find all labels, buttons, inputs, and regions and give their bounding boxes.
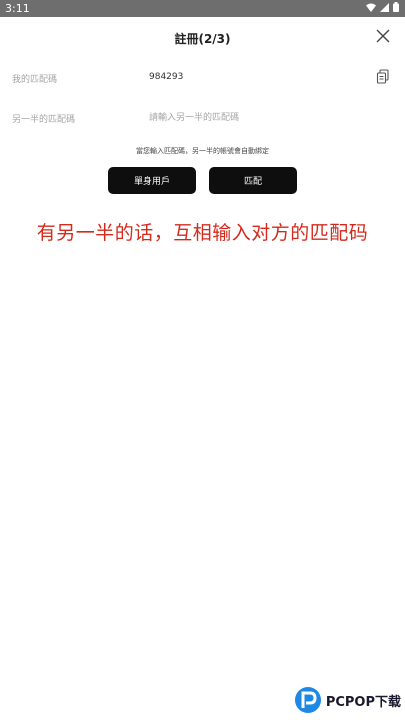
status-icons	[366, 2, 399, 12]
copy-icon[interactable]	[376, 69, 390, 85]
partner-code-label: 另一半的匹配碼	[12, 115, 76, 125]
my-code-row: 我的匹配碼 984293	[0, 69, 405, 89]
wifi-icon	[366, 3, 376, 12]
page-title: 註冊(2/3)	[174, 32, 231, 46]
watermark-brand: PCPOP下载	[325, 694, 401, 710]
status-bar: 3:11	[0, 0, 405, 17]
partner-code-row: 另一半的匹配碼	[0, 109, 405, 129]
binding-hint: 當您輸入匹配碼，另一半的帳號會自動綁定	[136, 147, 269, 155]
battery-icon	[393, 2, 399, 12]
match-button[interactable]: 匹配	[209, 167, 297, 194]
my-code-value: 984293	[149, 72, 184, 82]
partner-code-input[interactable]	[149, 109, 369, 127]
status-time: 3:11	[5, 2, 30, 15]
watermark: PCPOP下载	[294, 686, 401, 714]
single-user-button[interactable]: 單身用戶	[108, 167, 196, 194]
annotation-text: 有另一半的话，互相输入对方的匹配码	[36, 222, 369, 244]
my-code-label: 我的匹配碼	[12, 75, 58, 85]
header: 註冊(2/3)	[0, 17, 405, 57]
pcpop-logo-icon	[294, 687, 321, 713]
close-icon[interactable]	[375, 28, 391, 44]
signal-icon	[380, 2, 389, 12]
